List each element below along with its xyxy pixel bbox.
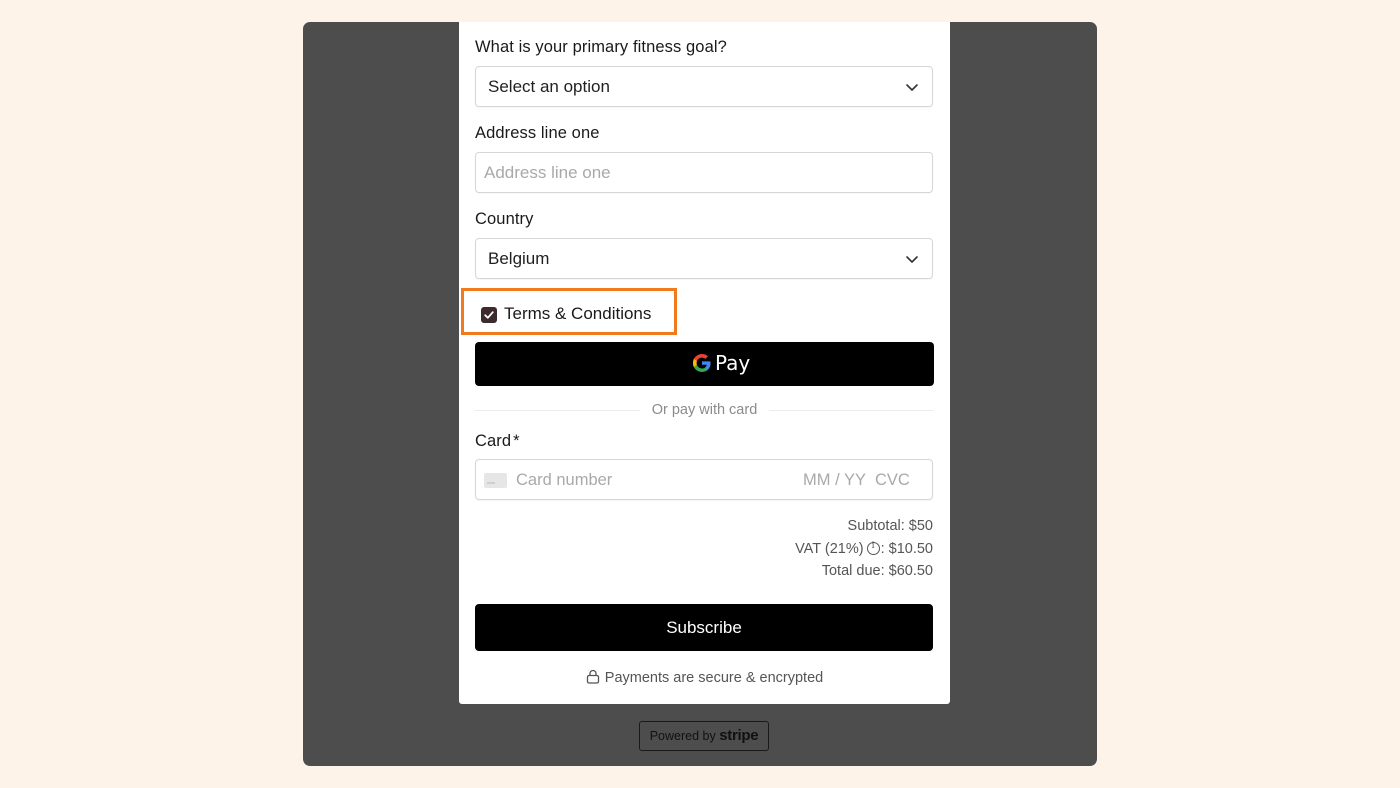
country-select[interactable]: Belgium [475,238,933,279]
address-placeholder: Address line one [484,163,611,182]
card-label: Card * [475,432,520,451]
lock-icon [586,669,599,684]
required-mark: * [513,432,520,450]
stripe-logo: stripe [719,727,759,744]
card-cvc-placeholder: CVC [875,471,910,489]
fitness-goal-select[interactable]: Select an option [475,66,933,107]
subtotal: Subtotal: $50 [847,518,933,534]
or-pay-with-card: Or pay with card [651,402,758,418]
subscribe-button[interactable]: Subscribe [475,604,933,651]
google-pay-button[interactable]: Pay [475,342,934,386]
powered-by-stripe-badge[interactable]: Powered by stripe [639,721,769,751]
terms-highlight: Terms & Conditions [461,288,677,335]
country-label: Country [475,210,534,228]
total-due: Total due: $60.50 [821,563,933,579]
country-value: Belgium [488,249,550,268]
chevron-down-icon [906,256,918,263]
google-pay-label: Pay [715,351,751,375]
address-input[interactable]: Address line one [475,152,933,193]
powered-by-prefix: Powered by [649,729,716,743]
credit-card-icon [484,473,507,488]
card-expiry-placeholder: MM / YY [803,471,866,489]
checkout-form: What is your primary fitness goal? Selec… [459,22,950,704]
vat-value: : $10.50 [880,541,933,557]
card-label-text: Card [475,432,512,450]
terms-checkbox[interactable] [481,307,497,323]
fitness-goal-label: What is your primary fitness goal? [475,38,727,56]
checkmark-icon [484,311,494,319]
vat-label: VAT (21%) [795,541,864,557]
secure-note: Payments are secure & encrypted [459,669,950,686]
google-g-icon [693,354,711,372]
address-label: Address line one [475,124,600,142]
terms-label[interactable]: Terms & Conditions [504,304,651,324]
vat-line: VAT (21%) : $10.50 [795,540,933,557]
modal-backdrop: What is your primary fitness goal? Selec… [303,22,1097,766]
secure-text: Payments are secure & encrypted [604,670,824,686]
card-input[interactable]: Card number MM / YY CVC [475,459,933,500]
fitness-goal-value: Select an option [488,77,610,96]
chevron-down-icon [906,84,918,91]
card-number-placeholder: Card number [516,471,613,489]
info-icon[interactable] [866,541,880,555]
